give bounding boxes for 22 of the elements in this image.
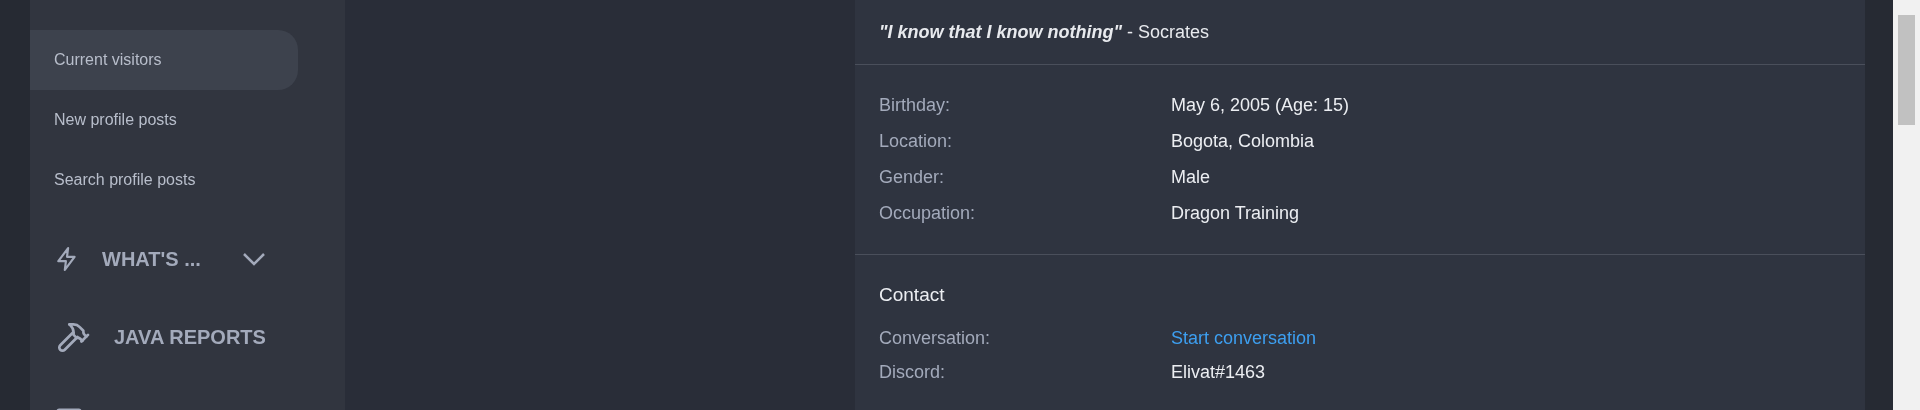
scrollbar[interactable] bbox=[1893, 0, 1920, 410]
contact-label: Conversation: bbox=[879, 327, 992, 350]
profile-quote: "I know that I know nothing" - Socrates bbox=[879, 20, 1210, 44]
section-link[interactable]: WHAT'S ... bbox=[102, 244, 201, 274]
detail-value: Dragon Training bbox=[1171, 202, 1300, 225]
detail-value: Bogota, Colombia bbox=[1171, 130, 1315, 153]
contact-label: Discord: bbox=[879, 361, 946, 384]
contact-heading: Contact bbox=[879, 283, 946, 307]
conversation-link[interactable]: Start conversation bbox=[1171, 325, 1317, 352]
scrollbar-thumb[interactable] bbox=[1898, 15, 1915, 125]
detail-label: Location: bbox=[879, 130, 954, 153]
detail-label: Gender: bbox=[879, 166, 946, 189]
sidebar-link[interactable]: Search profile posts bbox=[30, 150, 298, 210]
sidebar-link[interactable]: Current visitors bbox=[30, 30, 298, 90]
detail-label: Occupation: bbox=[879, 202, 977, 225]
section-link[interactable]: JAVA REPORTS bbox=[114, 322, 266, 352]
sidebar-link[interactable]: New profile posts bbox=[30, 90, 298, 150]
detail-value: Male bbox=[1171, 166, 1210, 189]
contact-value: Elivat#1463 bbox=[1171, 361, 1266, 384]
detail-value: May 6, 2005 (Age: 15) bbox=[1171, 94, 1350, 117]
chevron-icon[interactable] bbox=[240, 251, 267, 267]
detail-label: Birthday: bbox=[879, 94, 952, 117]
